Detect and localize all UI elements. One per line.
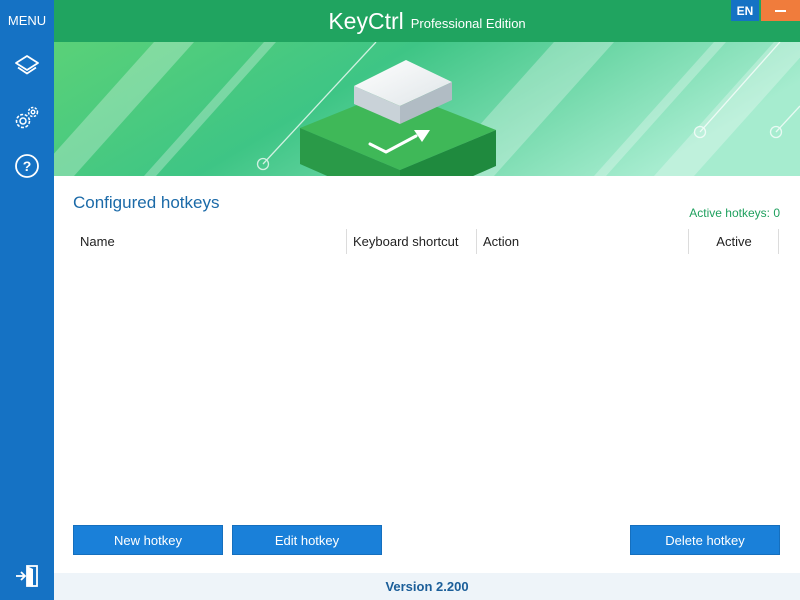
column-divider[interactable] [476, 229, 477, 254]
column-divider[interactable] [778, 229, 779, 254]
section-title: Configured hotkeys [73, 193, 220, 212]
edit-hotkey-button[interactable]: Edit hotkey [232, 525, 382, 555]
sidebar-item-layers[interactable] [0, 43, 54, 91]
hotkeys-table-body[interactable] [73, 256, 780, 506]
banner-graphic [54, 42, 800, 176]
menu-label[interactable]: MENU [0, 0, 54, 42]
column-divider[interactable] [346, 229, 347, 254]
column-header-action[interactable]: Action [483, 229, 519, 254]
layers-icon [15, 55, 39, 75]
hotkeys-table-header: Name Keyboard shortcut Action Active [73, 229, 780, 254]
app-name: KeyCtrl [328, 7, 404, 34]
column-header-shortcut[interactable]: Keyboard shortcut [353, 229, 459, 254]
exit-icon [16, 565, 38, 587]
app-title: KeyCtrl Professional Edition [54, 0, 800, 42]
sidebar-item-settings[interactable] [0, 94, 54, 142]
footer: Version 2.200 [54, 573, 800, 600]
help-icon: ? [15, 154, 39, 178]
app-edition: Professional Edition [410, 16, 526, 31]
header-banner [54, 42, 800, 176]
new-hotkey-button[interactable]: New hotkey [73, 525, 223, 555]
minimize-button[interactable] [761, 0, 800, 21]
active-hotkeys-count: Active hotkeys: 0 [689, 206, 780, 220]
exit-button[interactable] [0, 552, 54, 600]
version-label: Version 2.200 [385, 579, 469, 594]
language-button[interactable]: EN [731, 0, 759, 21]
svg-text:?: ? [23, 158, 32, 174]
sidebar: MENU ? [0, 0, 54, 600]
title-bar: KeyCtrl Professional Edition [54, 0, 800, 42]
gears-icon [15, 106, 39, 129]
minimize-icon [775, 9, 786, 12]
delete-hotkey-button[interactable]: Delete hotkey [630, 525, 780, 555]
column-header-name[interactable]: Name [80, 229, 115, 254]
column-header-active[interactable]: Active [689, 229, 779, 254]
sidebar-item-help[interactable]: ? [0, 142, 54, 190]
